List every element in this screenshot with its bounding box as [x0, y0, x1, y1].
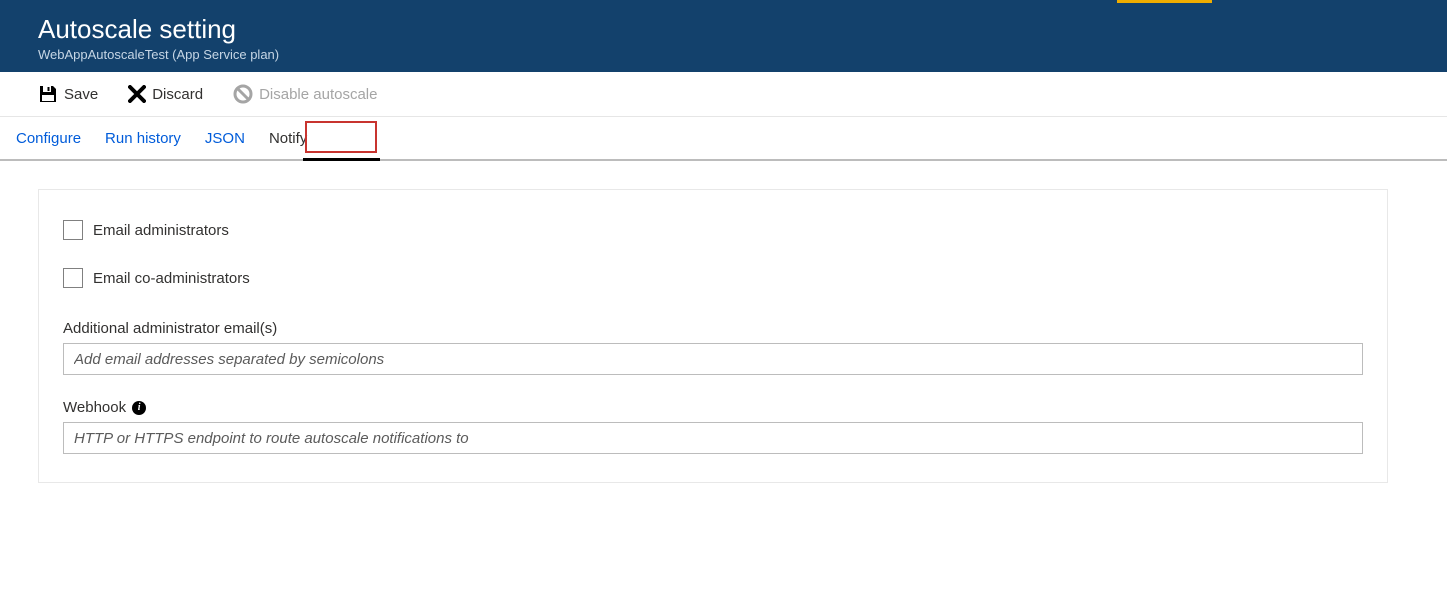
tab-json[interactable]: JSON	[205, 120, 245, 157]
save-label: Save	[64, 86, 98, 103]
blade-header: Autoscale setting WebAppAutoscaleTest (A…	[0, 0, 1447, 72]
tab-notify[interactable]: Notify	[269, 120, 307, 157]
disable-label: Disable autoscale	[259, 86, 377, 103]
tab-run-history[interactable]: Run history	[105, 120, 181, 157]
command-bar: Save Discard Disable autoscale	[0, 72, 1447, 117]
email-coadmins-row: Email co-administrators	[63, 268, 1363, 288]
email-admins-row: Email administrators	[63, 220, 1363, 240]
webhook-label: Webhook	[63, 399, 126, 416]
email-coadmins-label: Email co-administrators	[93, 270, 250, 287]
save-icon	[38, 84, 58, 104]
tab-highlight-box	[305, 121, 377, 153]
additional-emails-label-row: Additional administrator email(s)	[63, 320, 1363, 337]
discard-button[interactable]: Discard	[128, 85, 203, 103]
email-admins-checkbox[interactable]	[63, 220, 83, 240]
disable-autoscale-button[interactable]: Disable autoscale	[233, 84, 377, 104]
additional-emails-input[interactable]	[63, 343, 1363, 375]
notify-form-panel: Email administrators Email co-administra…	[38, 189, 1388, 483]
header-accent-bar	[1117, 0, 1212, 3]
page-title: Autoscale setting	[38, 14, 1447, 45]
active-tab-underline	[303, 158, 380, 161]
email-admins-label: Email administrators	[93, 222, 229, 239]
info-icon[interactable]: i	[132, 401, 146, 415]
additional-emails-label: Additional administrator email(s)	[63, 320, 277, 337]
page-subtitle: WebAppAutoscaleTest (App Service plan)	[38, 47, 1447, 62]
tab-configure[interactable]: Configure	[16, 120, 81, 157]
webhook-input[interactable]	[63, 422, 1363, 454]
tab-bar: Configure Run history JSON Notify	[0, 117, 1447, 161]
prohibit-icon	[233, 84, 253, 104]
webhook-label-row: Webhook i	[63, 399, 1363, 416]
discard-label: Discard	[152, 86, 203, 103]
save-button[interactable]: Save	[38, 84, 98, 104]
email-coadmins-checkbox[interactable]	[63, 268, 83, 288]
close-icon	[128, 85, 146, 103]
